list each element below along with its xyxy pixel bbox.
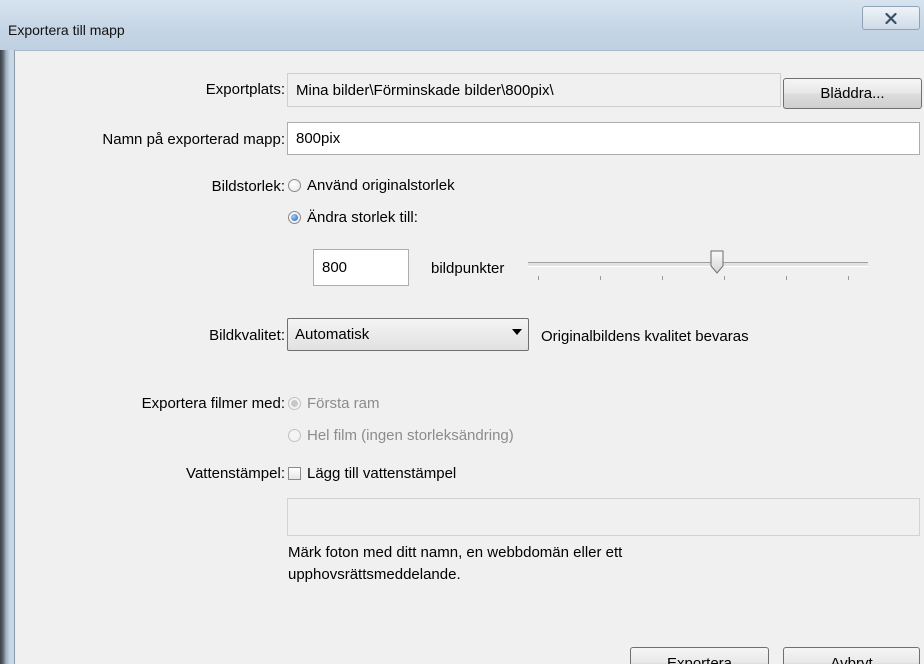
cancel-button[interactable]: Avbryt bbox=[783, 647, 920, 664]
pixel-unit-label: bildpunkter bbox=[431, 260, 505, 277]
size-slider[interactable] bbox=[528, 248, 868, 288]
export-location-label: Exportplats: bbox=[205, 81, 285, 98]
radio-resize-to[interactable]: Ändra storlek till: bbox=[288, 209, 418, 226]
watermark-label: Vattenstämpel: bbox=[186, 465, 285, 482]
dialog-content: Exportplats: Mina bilder\Förminskade bil… bbox=[14, 50, 924, 664]
radio-first-frame-label: Första ram bbox=[307, 395, 380, 412]
radio-button-selected-disabled bbox=[288, 397, 301, 410]
watermark-hint-line1: Märk foton med ditt namn, en webbdomän e… bbox=[288, 544, 623, 561]
radio-original-size[interactable]: Använd originalstorlek bbox=[288, 177, 455, 194]
slider-track bbox=[528, 262, 868, 267]
chevron-down-icon bbox=[512, 329, 522, 335]
quality-dropdown[interactable]: Automatisk bbox=[287, 318, 529, 351]
slider-tick bbox=[848, 276, 849, 280]
slider-tick bbox=[724, 276, 725, 280]
watermark-text-input bbox=[287, 498, 920, 536]
image-size-label: Bildstorlek: bbox=[211, 178, 285, 195]
slider-tick bbox=[600, 276, 601, 280]
folder-name-input[interactable]: 800pix bbox=[287, 122, 920, 155]
window-title: Exportera till mapp bbox=[8, 22, 125, 38]
radio-first-frame: Första ram bbox=[288, 395, 380, 412]
close-icon bbox=[885, 12, 897, 24]
checkbox[interactable] bbox=[288, 467, 301, 480]
radio-button-selected[interactable] bbox=[288, 211, 301, 224]
watermark-hint-line2: upphovsrättsmeddelande. bbox=[288, 566, 461, 583]
radio-full-video-label: Hel film (ingen storleksändring) bbox=[307, 427, 514, 444]
title-bar[interactable]: Exportera till mapp bbox=[0, 0, 924, 50]
slider-tick bbox=[786, 276, 787, 280]
browse-button[interactable]: Bläddra... bbox=[783, 78, 922, 109]
slider-tick bbox=[538, 276, 539, 280]
export-button[interactable]: Exportera bbox=[630, 647, 769, 664]
close-button[interactable] bbox=[862, 6, 920, 30]
slider-thumb[interactable] bbox=[710, 250, 724, 274]
radio-button-disabled bbox=[288, 429, 301, 442]
watermark-checkbox[interactable]: Lägg till vattenstämpel bbox=[288, 465, 456, 482]
export-dialog: Exportera till mapp Exportplats: Mina bi… bbox=[0, 0, 924, 664]
radio-button[interactable] bbox=[288, 179, 301, 192]
radio-full-video: Hel film (ingen storleksändring) bbox=[288, 427, 514, 444]
slider-tick bbox=[662, 276, 663, 280]
radio-original-size-label: Använd originalstorlek bbox=[307, 177, 455, 194]
window-edge bbox=[0, 0, 10, 664]
quality-note: Originalbildens kvalitet bevaras bbox=[541, 328, 749, 345]
pixel-size-input[interactable]: 800 bbox=[313, 249, 409, 286]
export-videos-label: Exportera filmer med: bbox=[141, 395, 285, 412]
watermark-checkbox-label: Lägg till vattenstämpel bbox=[307, 465, 457, 482]
folder-name-label: Namn på exporterad mapp: bbox=[102, 131, 285, 148]
export-location-field: Mina bilder\Förminskade bilder\800pix\ bbox=[287, 73, 781, 107]
quality-dropdown-value: Automatisk bbox=[295, 326, 370, 343]
radio-resize-to-label: Ändra storlek till: bbox=[307, 209, 418, 226]
image-quality-label: Bildkvalitet: bbox=[209, 327, 285, 344]
